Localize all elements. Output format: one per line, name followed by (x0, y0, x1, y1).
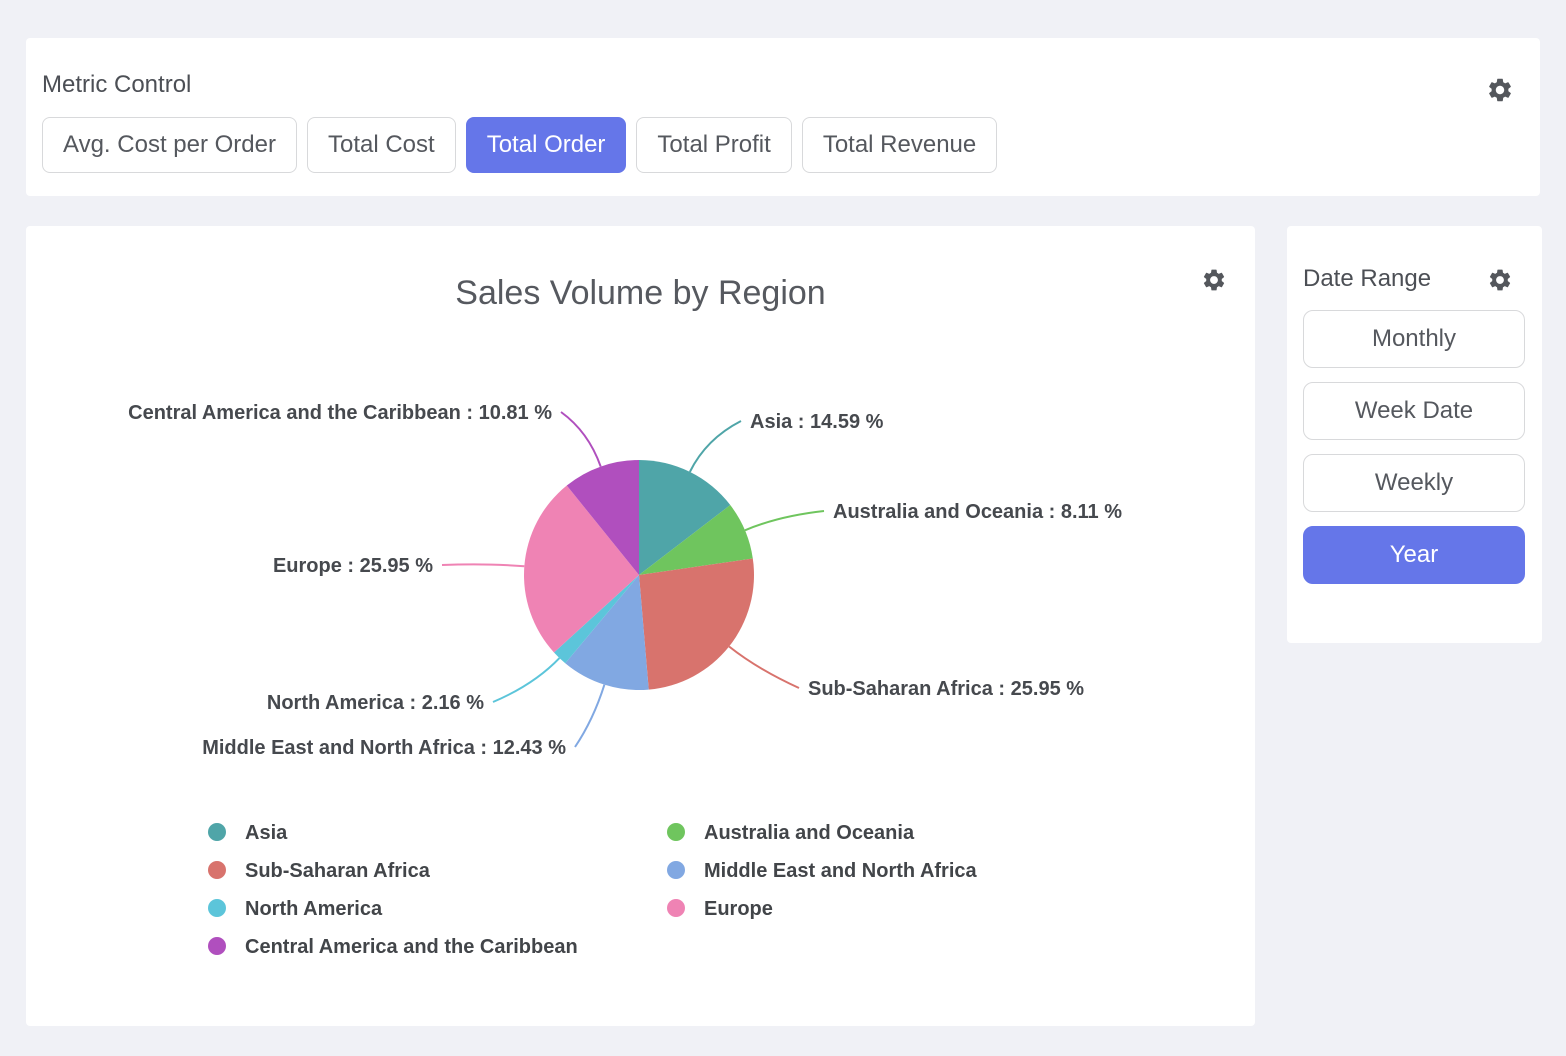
pie-label-australia-and-oceania: Australia and Oceania : 8.11 % (833, 501, 1122, 523)
legend-label-sub-saharan-africa[interactable]: Sub-Saharan Africa (245, 860, 431, 882)
date-range-settings-gear-icon[interactable] (1487, 267, 1513, 293)
gear-icon (1487, 267, 1513, 293)
legend-label-australia-and-oceania[interactable]: Australia and Oceania (704, 822, 915, 844)
pie-chart: Asia : 14.59 % Australia and Oceania : 8.… (26, 226, 1255, 1026)
date-range-button-weekly[interactable]: Weekly (1303, 454, 1525, 512)
date-range-button-monthly[interactable]: Monthly (1303, 310, 1525, 368)
metric-settings-gear-icon[interactable] (1486, 76, 1514, 104)
legend-label-central-america-and-the-caribbean[interactable]: Central America and the Caribbean (245, 936, 578, 958)
metric-button-total-order[interactable]: Total Order (466, 117, 627, 173)
pie-leader-line-asia (690, 421, 741, 472)
pie-label-middle-east-and-north-africa: Middle East and North Africa : 12.43 % (202, 737, 566, 759)
pie-label-asia: Asia : 14.59 % (750, 411, 884, 433)
date-range-button-year[interactable]: Year (1303, 526, 1525, 584)
metric-control-panel: Metric Control Avg. Cost per OrderTotal … (26, 38, 1540, 196)
pie-leader-line-australia-and-oceania (745, 511, 824, 530)
sales-volume-chart-panel: Sales Volume by Region Asia : 14.59 %Aus… (26, 226, 1255, 1026)
legend-label-europe[interactable]: Europe (704, 898, 773, 920)
legend-dot-sub-saharan-africa[interactable] (208, 861, 226, 879)
gear-icon (1486, 76, 1514, 104)
metric-button-total-profit[interactable]: Total Profit (636, 117, 791, 173)
date-range-button-week-date[interactable]: Week Date (1303, 382, 1525, 440)
pie-leader-line-europe (442, 564, 524, 566)
date-range-button-column: Monthly Week Date Weekly Year (1303, 310, 1525, 584)
date-range-title: Date Range (1303, 265, 1431, 293)
pie-slice-sub-saharan-africa[interactable] (639, 558, 754, 689)
metric-button-total-revenue[interactable]: Total Revenue (802, 117, 997, 173)
metric-button-total-cost[interactable]: Total Cost (307, 117, 456, 173)
legend-dot-north-america[interactable] (208, 899, 226, 917)
pie-label-north-america: North America : 2.16 % (267, 692, 484, 714)
metric-control-title: Metric Control (42, 71, 191, 99)
legend-dot-australia-and-oceania[interactable] (667, 823, 685, 841)
pie-leader-line-central-america-and-the-caribbean (561, 412, 601, 467)
legend-label-asia[interactable]: Asia (245, 822, 288, 844)
metric-button-row: Avg. Cost per OrderTotal CostTotal Order… (42, 117, 997, 173)
pie-label-sub-saharan-africa: Sub-Saharan Africa : 25.95 % (808, 678, 1084, 700)
legend-dot-central-america-and-the-caribbean[interactable] (208, 937, 226, 955)
legend-dot-asia[interactable] (208, 823, 226, 841)
legend-dot-middle-east-and-north-africa[interactable] (667, 861, 685, 879)
legend-label-north-america[interactable]: North America (245, 898, 383, 920)
pie-leader-line-middle-east-and-north-africa (575, 685, 604, 747)
metric-button-avg-cost-per-order[interactable]: Avg. Cost per Order (42, 117, 297, 173)
legend-label-middle-east-and-north-africa[interactable]: Middle East and North Africa (704, 860, 978, 882)
pie-label-europe: Europe : 25.95 % (273, 555, 433, 577)
date-range-panel: Date Range Monthly Week Date Weekly Year (1287, 226, 1542, 643)
legend-dot-europe[interactable] (667, 899, 685, 917)
pie-label-central-america-and-the-caribbean: Central America and the Caribbean : 10.8… (128, 402, 552, 424)
pie-leader-line-sub-saharan-africa (729, 646, 799, 688)
pie-leader-line-north-america (493, 658, 559, 702)
